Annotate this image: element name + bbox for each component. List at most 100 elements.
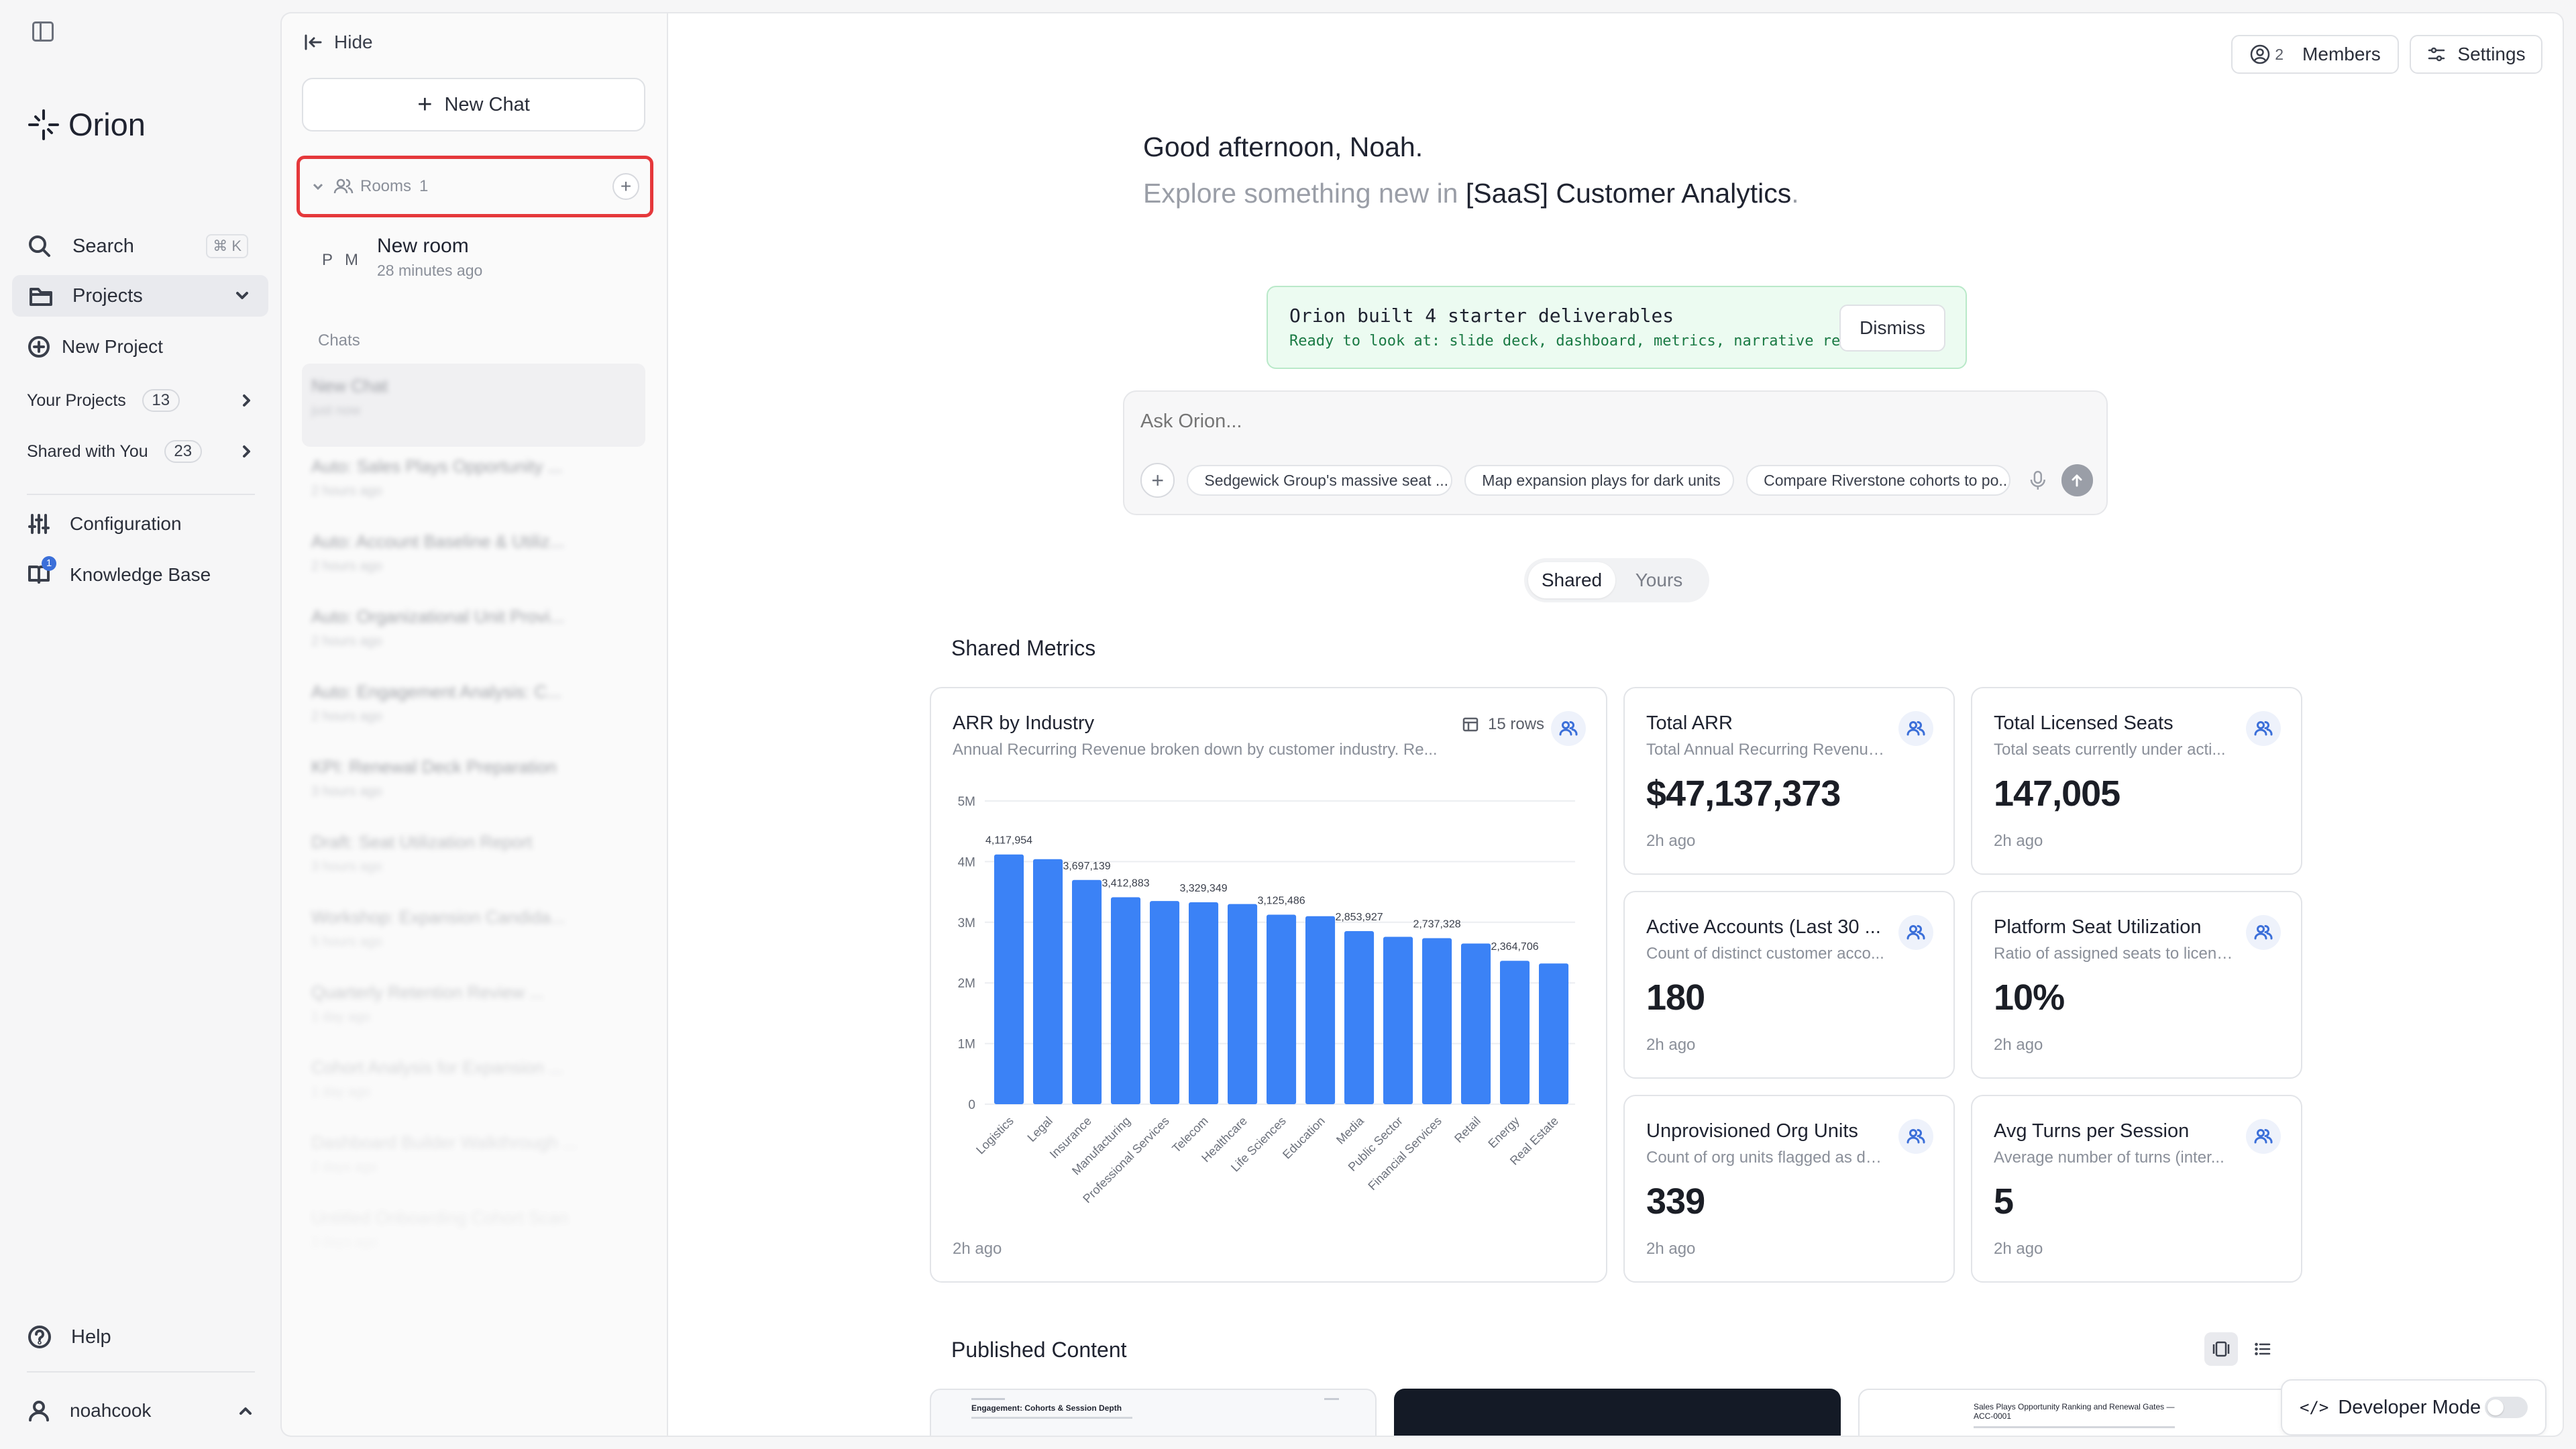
metric-title: Unprovisioned Org Units xyxy=(1646,1120,1858,1142)
chat-item[interactable]: Auto: Engagement Analysis: C... 2 hours a… xyxy=(311,682,627,724)
grid-view-button[interactable] xyxy=(2204,1332,2238,1366)
metric-subtitle: Total Annual Recurring Revenue ... xyxy=(1646,741,1888,759)
your-projects-label: Your Projects xyxy=(27,390,126,410)
chat-item[interactable]: Cohort Analysis for Expansion ... 1 day a… xyxy=(311,1057,627,1100)
shared-users-icon[interactable] xyxy=(2246,915,2281,950)
sidebar-item-projects[interactable]: Projects xyxy=(12,275,268,317)
chat-item[interactable]: New Chat just now xyxy=(311,376,627,419)
knowledge-base-label: Knowledge Base xyxy=(70,564,211,585)
published-card[interactable]: Sales Plays Opportunity Ranking and Rene… xyxy=(1858,1389,2305,1436)
chat-item[interactable]: Auto: Organizational Unit Provi... 2 hour… xyxy=(311,606,627,649)
rooms-section-header[interactable]: Rooms 1 + xyxy=(297,156,653,217)
nav-divider xyxy=(27,1371,255,1373)
nav-divider xyxy=(27,494,255,495)
metric-card[interactable]: Unprovisioned Org Units Count of org uni… xyxy=(1623,1095,1955,1283)
arrow-up-icon xyxy=(2072,474,2082,487)
chart-card[interactable]: ARR by Industry Annual Recurring Revenue… xyxy=(930,687,1607,1283)
chat-item[interactable]: Dashboard Builder Walkthrough ... 2 days … xyxy=(311,1132,627,1175)
shared-users-icon[interactable] xyxy=(1898,711,1933,746)
chat-item[interactable]: Quarterly Retention Review ... 1 day ago xyxy=(311,982,627,1025)
chats-label: Chats xyxy=(318,331,360,350)
metric-value: 339 xyxy=(1646,1181,1705,1222)
help-button[interactable]: Help xyxy=(27,1322,111,1352)
dismiss-button[interactable]: Dismiss xyxy=(1839,305,1945,352)
metric-card[interactable]: Platform Seat Utilization Ratio of assig… xyxy=(1971,891,2302,1079)
list-view-button[interactable] xyxy=(2246,1332,2279,1366)
published-card[interactable] xyxy=(1394,1389,1841,1436)
y-tick-label: 5M xyxy=(958,795,975,809)
metric-value: 10% xyxy=(1994,977,2065,1018)
metric-card[interactable]: Avg Turns per Session Average number of … xyxy=(1971,1095,2302,1283)
bar xyxy=(1461,943,1491,1104)
sidebar-item-configuration[interactable]: Configuration xyxy=(27,508,182,539)
sidebar-item-your-projects[interactable]: Your Projects 13 xyxy=(27,386,255,415)
metric-card[interactable]: Active Accounts (Last 30 ... Count of di… xyxy=(1623,891,1955,1079)
sidebar-search[interactable]: Search ⌘ K xyxy=(27,231,248,262)
metric-time: 2h ago xyxy=(1994,1036,2043,1054)
members-button[interactable]: 2 Members xyxy=(2231,35,2399,74)
suggestion-chip[interactable]: Compare Riverstone cohorts to po... xyxy=(1746,465,2010,496)
app-name: Orion xyxy=(68,107,146,142)
table-icon xyxy=(1462,717,1479,732)
bar xyxy=(1305,916,1336,1104)
suggestion-chip[interactable]: Sedgewick Group's massive seat ... xyxy=(1187,465,1453,496)
chat-panel: Hide + New Chat Rooms 1 + P M New room 2… xyxy=(280,12,667,1437)
published-card[interactable]: Engagement: Cohorts & Session Depth xyxy=(930,1389,1377,1436)
metric-time: 2h ago xyxy=(1994,1240,2043,1258)
shared-users-icon[interactable] xyxy=(1898,915,1933,950)
tab-shared[interactable]: Shared xyxy=(1528,562,1615,598)
sidebar-toggle-icon[interactable] xyxy=(32,21,54,42)
metric-card[interactable]: Total ARR Total Annual Recurring Revenue… xyxy=(1623,687,1955,875)
send-button[interactable] xyxy=(2061,464,2093,496)
attach-button[interactable]: + xyxy=(1140,463,1175,498)
rows-indicator: 15 rows xyxy=(1461,715,1544,734)
x-tick-label: Education xyxy=(1280,1114,1328,1162)
microphone-icon[interactable] xyxy=(2027,469,2049,492)
help-circle-icon xyxy=(28,1326,51,1348)
metric-time: 2h ago xyxy=(1646,1240,1696,1258)
user-menu[interactable]: noahcook xyxy=(27,1395,255,1426)
sidebar-item-shared-with-you[interactable]: Shared with You 23 xyxy=(27,437,255,466)
toggle-switch[interactable] xyxy=(2485,1397,2528,1418)
metric-title: Total ARR xyxy=(1646,712,1733,734)
shared-users-icon[interactable] xyxy=(2246,1119,2281,1154)
chat-item[interactable]: Auto: Account Baseline & Utiliz... 2 hour… xyxy=(311,531,627,574)
developer-mode-toggle[interactable]: </> Developer Mode xyxy=(2281,1379,2546,1436)
metric-card[interactable]: Total Licensed Seats Total seats current… xyxy=(1971,687,2302,875)
room-time: 28 minutes ago xyxy=(377,262,483,279)
shared-users-icon[interactable] xyxy=(2246,711,2281,746)
sidebar-item-knowledge-base[interactable]: 1 Knowledge Base xyxy=(27,555,211,590)
new-project-button[interactable]: New Project xyxy=(27,331,163,362)
data-label: 3,412,883 xyxy=(1102,877,1149,889)
tab-yours[interactable]: Yours xyxy=(1615,562,1703,598)
bar xyxy=(1422,938,1452,1104)
add-room-button[interactable]: + xyxy=(612,173,639,200)
chat-item[interactable]: KPI: Renewal Deck Preparation 3 hours ago xyxy=(311,757,627,800)
metric-title: Avg Turns per Session xyxy=(1994,1120,2190,1142)
new-chat-button[interactable]: + New Chat xyxy=(302,78,645,131)
knowledge-base-badge: 1 xyxy=(42,555,56,571)
settings-button[interactable]: Settings xyxy=(2410,35,2542,74)
y-tick-label: 1M xyxy=(958,1038,975,1052)
greeting-subtitle: Explore something new in [SaaS] Customer… xyxy=(1143,178,1799,209)
suggestion-chip[interactable]: Map expansion plays for dark units xyxy=(1464,465,1735,496)
room-item[interactable]: P M New room 28 minutes ago xyxy=(322,235,482,280)
users-icon xyxy=(333,178,354,194)
chat-item[interactable]: Workshop: Expansion Candida... 5 hours ag… xyxy=(311,907,627,950)
hide-panel-button[interactable]: Hide xyxy=(302,31,373,54)
chat-item[interactable]: Auto: Sales Plays Opportunity ... 2 hours… xyxy=(311,456,627,499)
x-tick-label: Retail xyxy=(1452,1114,1483,1146)
data-label: 2,737,328 xyxy=(1413,919,1460,930)
ask-input[interactable] xyxy=(1140,408,2080,435)
shared-users-icon[interactable] xyxy=(1551,711,1586,746)
deliverables-banner: Orion built 4 starter deliverables Ready… xyxy=(1267,286,1967,369)
greeting: Good afternoon, Noah. Explore something … xyxy=(1143,131,1799,209)
shared-users-icon[interactable] xyxy=(1898,1119,1933,1154)
bar xyxy=(1033,859,1063,1104)
chat-item[interactable]: Untitled Onboarding Cohort Scan 3 days ag… xyxy=(311,1208,627,1250)
chat-item[interactable]: Draft: Seat Utilization Report 3 hours ag… xyxy=(311,832,627,875)
plus-icon: + xyxy=(417,90,433,119)
data-label: 2,364,706 xyxy=(1491,941,1538,953)
metric-title: Platform Seat Utilization xyxy=(1994,916,2202,938)
chevron-up-icon xyxy=(239,1407,252,1415)
